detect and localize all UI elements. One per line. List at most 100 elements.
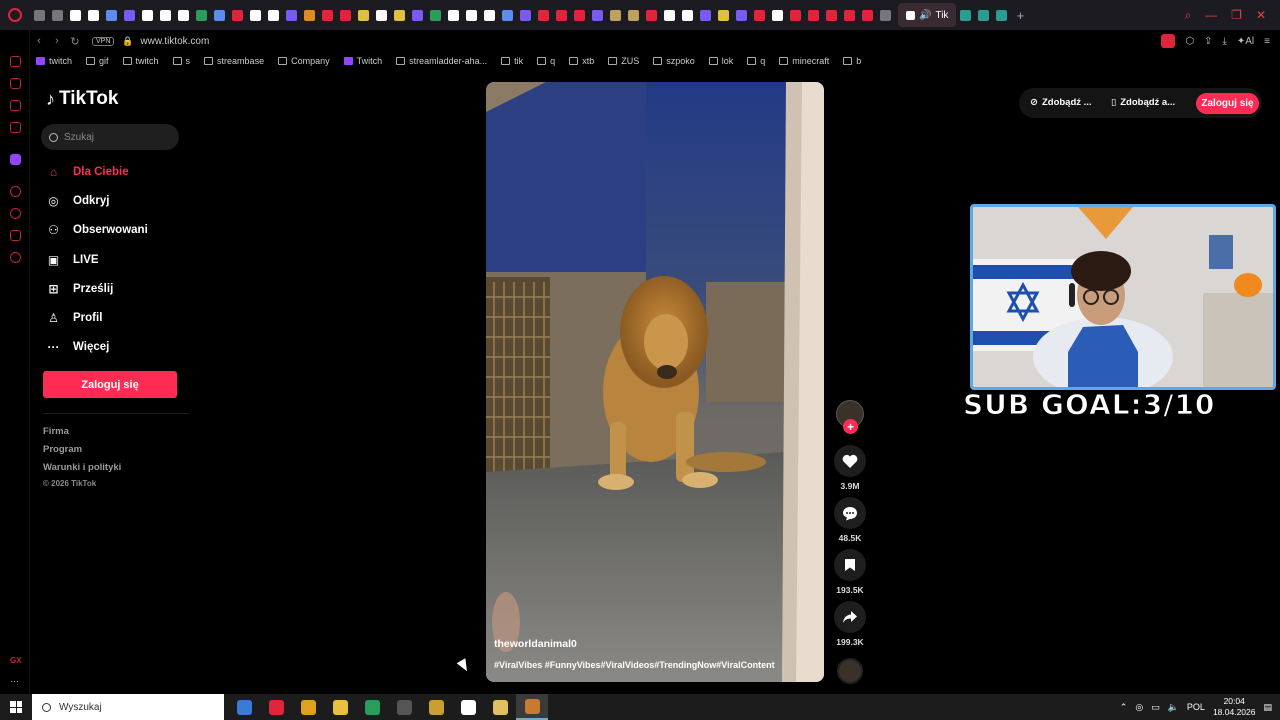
tab[interactable] xyxy=(84,0,102,30)
bookmark-item[interactable]: twitch xyxy=(36,56,72,66)
cube-icon[interactable] xyxy=(10,230,21,241)
tab[interactable] xyxy=(660,0,678,30)
tab[interactable] xyxy=(102,0,120,30)
messenger-icon[interactable] xyxy=(10,100,21,111)
bookmark-item[interactable]: Company xyxy=(278,56,330,66)
url-field[interactable]: www.tiktok.com xyxy=(140,36,209,47)
tab[interactable] xyxy=(336,0,354,30)
tab[interactable] xyxy=(480,0,498,30)
footer-link-company[interactable]: Firma xyxy=(43,426,69,437)
history-icon[interactable] xyxy=(10,56,21,67)
tab[interactable] xyxy=(462,0,480,30)
video-author[interactable]: theworldanimal0 xyxy=(494,638,577,650)
footer-link-terms[interactable]: Warunki i polityki xyxy=(43,462,121,473)
taskbar-app[interactable] xyxy=(228,694,260,720)
footer-link-program[interactable]: Program xyxy=(43,444,82,455)
tab[interactable] xyxy=(714,0,732,30)
tab[interactable] xyxy=(624,0,642,30)
nav-item[interactable]: ⌂ Dla Ciebie xyxy=(46,164,129,179)
taskbar-search[interactable]: Wyszukaj xyxy=(32,694,224,720)
tab[interactable] xyxy=(732,0,750,30)
taskbar-app[interactable] xyxy=(356,694,388,720)
more-dots-icon[interactable]: ··· xyxy=(10,676,19,686)
tab[interactable] xyxy=(264,0,282,30)
like-button[interactable] xyxy=(834,445,866,477)
taskbar-app[interactable] xyxy=(516,694,548,720)
tab[interactable] xyxy=(282,0,300,30)
speaker-icon[interactable]: 🔊 xyxy=(919,10,931,21)
bookmark-item[interactable]: q xyxy=(747,56,765,66)
tab[interactable] xyxy=(300,0,318,30)
tab[interactable] xyxy=(876,0,894,30)
tab[interactable] xyxy=(120,0,138,30)
menu-icon[interactable]: ≡ xyxy=(1264,36,1270,47)
taskbar-app[interactable] xyxy=(260,694,292,720)
tab[interactable] xyxy=(192,0,210,30)
save-button[interactable] xyxy=(834,549,866,581)
tab[interactable] xyxy=(858,0,876,30)
top-login-button[interactable]: Zaloguj się xyxy=(1196,93,1259,114)
share-icon[interactable]: ⇪ xyxy=(1204,36,1212,47)
tab[interactable] xyxy=(228,0,246,30)
taskbar-app[interactable] xyxy=(420,694,452,720)
tab[interactable] xyxy=(786,0,804,30)
minimize-icon[interactable]: — xyxy=(1205,8,1217,23)
bookmark-item[interactable]: minecraft xyxy=(779,56,829,66)
tab[interactable] xyxy=(408,0,426,30)
language-indicator[interactable]: POL xyxy=(1187,702,1205,712)
settings-icon[interactable] xyxy=(10,252,21,263)
tab[interactable] xyxy=(552,0,570,30)
network-icon[interactable]: ▭ xyxy=(1151,702,1160,713)
gx-corner-icon[interactable] xyxy=(10,78,21,89)
tab[interactable] xyxy=(588,0,606,30)
volume-icon[interactable]: 🔈 xyxy=(1168,702,1179,713)
maximize-icon[interactable]: ❐ xyxy=(1231,8,1242,23)
tab[interactable] xyxy=(390,0,408,30)
m-icon[interactable] xyxy=(10,122,21,133)
tab[interactable] xyxy=(498,0,516,30)
taskbar-app[interactable] xyxy=(324,694,356,720)
music-disc-icon[interactable] xyxy=(837,658,863,684)
tab[interactable] xyxy=(678,0,696,30)
tab[interactable] xyxy=(156,0,174,30)
tab[interactable] xyxy=(210,0,228,30)
tab[interactable] xyxy=(750,0,768,30)
tab[interactable] xyxy=(246,0,264,30)
tiktok-logo[interactable]: ♪ TikTok xyxy=(46,88,118,110)
bookmark-item[interactable]: q xyxy=(537,56,555,66)
tab[interactable] xyxy=(372,0,390,30)
bookmark-item[interactable]: szpoko xyxy=(653,56,695,66)
chevron-up-icon[interactable]: ⌃ xyxy=(1120,702,1128,713)
tab[interactable] xyxy=(48,0,66,30)
twitch-sidebar-icon[interactable] xyxy=(10,154,21,165)
bookmark-item[interactable]: ZUS xyxy=(608,56,639,66)
gx-logo-icon[interactable]: GX xyxy=(10,656,22,665)
bookmark-item[interactable]: twitch xyxy=(122,56,159,66)
lock-icon[interactable]: 🔒 xyxy=(122,36,134,47)
tab[interactable] xyxy=(768,0,786,30)
nav-item[interactable]: ··· Więcej xyxy=(46,339,110,354)
taskbar-app[interactable] xyxy=(388,694,420,720)
bookmark-item[interactable]: tik xyxy=(501,56,523,66)
start-button[interactable] xyxy=(0,694,32,720)
tab[interactable] xyxy=(974,0,992,30)
follow-plus-icon[interactable]: + xyxy=(843,419,858,434)
tab[interactable] xyxy=(642,0,660,30)
bookmark-item[interactable]: s xyxy=(172,56,190,66)
tab[interactable] xyxy=(66,0,84,30)
forward-icon[interactable]: › xyxy=(48,35,66,47)
reload-icon[interactable]: ↻ xyxy=(66,35,84,48)
tab[interactable] xyxy=(354,0,372,30)
back-icon[interactable]: ‹ xyxy=(30,35,48,47)
notifications-icon[interactable]: ▤ xyxy=(1263,702,1272,713)
taskbar-app[interactable] xyxy=(452,694,484,720)
get-app-button[interactable]: ▯ Zdobądź a... xyxy=(1111,97,1175,108)
bookmark-item[interactable]: streambase xyxy=(204,56,264,66)
bookmark-item[interactable]: xtb xyxy=(569,56,594,66)
bookmark-item[interactable]: Twitch xyxy=(343,56,382,66)
nav-item[interactable]: ▣ LIVE xyxy=(46,252,99,267)
tab[interactable] xyxy=(956,0,974,30)
nav-item[interactable]: ◎ Odkryj xyxy=(46,193,109,208)
tab[interactable] xyxy=(840,0,858,30)
tab[interactable] xyxy=(174,0,192,30)
